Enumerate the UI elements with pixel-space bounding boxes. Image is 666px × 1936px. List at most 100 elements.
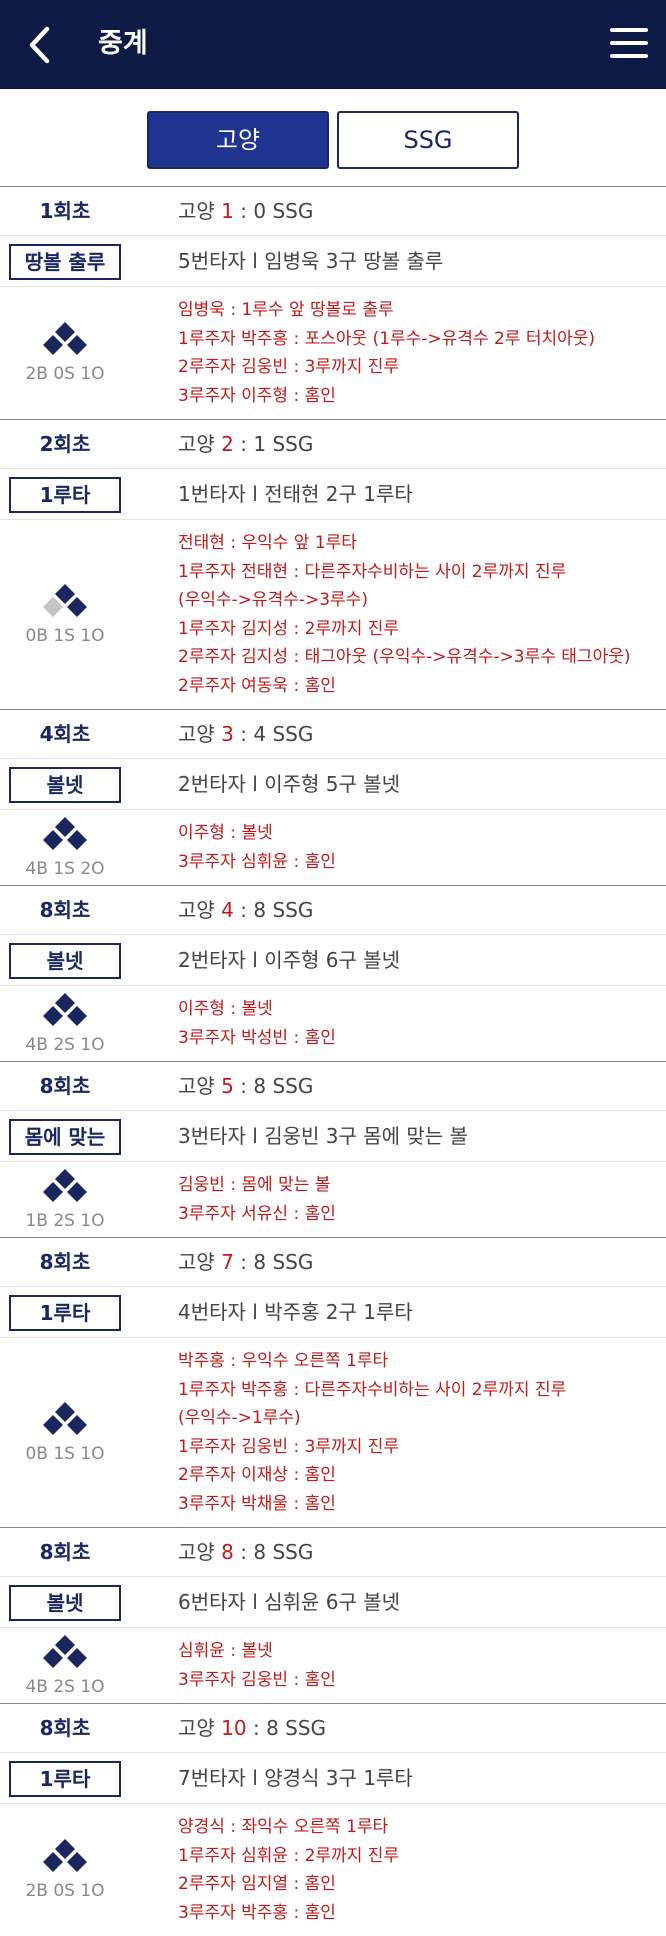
home-team-name: 고양 [178, 199, 215, 223]
ball-strike-out-count: 4B 2S 1O [25, 1034, 105, 1055]
home-team-name: 고양 [178, 1074, 215, 1098]
tab-ssg[interactable]: SSG [337, 111, 519, 169]
inning-label: 8회초 [39, 1540, 91, 1564]
play-entry: 8회초 고양 8 : 8 SSG 볼넷 6번타자 l 심휘윤 6구 볼넷 4B 2S 1… [0, 1527, 666, 1703]
home-team-name: 고양 [178, 1540, 215, 1564]
third-base-icon [43, 829, 63, 850]
play-result-badge[interactable]: 몸에 맞는 [9, 1119, 121, 1155]
event-line: 2루주자 임지열 : 홈인 [178, 1874, 336, 1894]
event-list: 전태현 : 우익수 앞 1루타 1루주자 전태현 : 다른주자수비하는 사이 2루… [178, 529, 664, 700]
score-separator: : [233, 1540, 254, 1564]
play-result-badge[interactable]: 땅볼 출루 [9, 244, 121, 280]
at-bat-row: 몸에 맞는 3번타자 l 김웅빈 3구 몸에 맞는 볼 [0, 1111, 666, 1162]
home-score: 10 [221, 1716, 247, 1740]
base-runners-icon [43, 1634, 87, 1668]
event-line: 1루주자 김지성 : 2루까지 진루 [178, 618, 400, 639]
third-base-icon [43, 1181, 63, 1202]
event-list: 박주홍 : 우익수 오른쪽 1루타 1루주자 박주홍 : 다른주자수비하는 사이 … [178, 1347, 664, 1518]
ball-strike-out-count: 2B 0S 1O [25, 1881, 105, 1901]
play-detail-row: 1B 2S 1O 김웅빈 : 몸에 맞는 볼 3루주자 서유신 : 홈인 [0, 1162, 666, 1237]
event-line: 3루주자 박주홍 : 홈인 [178, 1902, 336, 1923]
play-entry: 1회초 고양 1 : 0 SSG 땅볼 출루 5번타자 l 임병욱 3구 땅볼 출루 2… [0, 186, 666, 419]
third-base-icon [43, 1005, 63, 1026]
event-line: 이주형 : 볼넷 [178, 823, 273, 843]
event-line: 3루주자 이주형 : 홈인 [178, 385, 336, 406]
away-score: 8 SSG [253, 1250, 314, 1274]
away-score: 4 SSG [253, 722, 314, 746]
event-line: 1루주자 박주홍 : 포스아웃 (1루수->유격수 2루 터치아웃) [178, 328, 596, 349]
event-line: 양경식 : 좌익수 오른쪽 1루타 [178, 1817, 389, 1837]
play-result-badge[interactable]: 볼넷 [9, 943, 121, 979]
inning-row: 2회초 고양 2 : 1 SSG [0, 420, 666, 469]
play-result-badge[interactable]: 1루타 [9, 1761, 121, 1797]
play-result-badge[interactable]: 볼넷 [9, 767, 121, 803]
tab-goyang[interactable]: 고양 [147, 111, 329, 169]
inning-row: 8회초 고양 10 : 8 SSG [0, 1704, 666, 1753]
batter-summary: 5번타자 l 임병욱 3구 땅볼 출루 [178, 249, 444, 273]
event-list: 김웅빈 : 몸에 맞는 볼 3루주자 서유신 : 홈인 [178, 1171, 664, 1228]
event-list: 심휘윤 : 볼넷 3루주자 김웅빈 : 홈인 [178, 1637, 664, 1694]
inning-label: 4회초 [39, 722, 91, 746]
event-list: 이주형 : 볼넷 3루주자 박성빈 : 홈인 [178, 995, 664, 1052]
play-detail-row: 4B 2S 1O 심휘윤 : 볼넷 3루주자 김웅빈 : 홈인 [0, 1628, 666, 1703]
third-base-icon [43, 335, 63, 355]
ball-strike-out-count: 1B 2S 1O [25, 1210, 105, 1231]
event-line: 3루주자 박성빈 : 홈인 [178, 1027, 336, 1048]
play-result-badge[interactable]: 1루타 [9, 477, 121, 513]
home-score: 1 [221, 199, 234, 223]
top-app-bar: 중계 [0, 0, 666, 89]
batter-summary: 2번타자 l 이주형 6구 볼넷 [178, 948, 401, 972]
home-team-name: 고양 [178, 898, 215, 922]
first-base-icon [67, 1005, 87, 1026]
at-bat-row: 볼넷 2번타자 l 이주형 6구 볼넷 [0, 935, 666, 986]
base-runners-icon [43, 816, 87, 850]
home-team-name: 고양 [178, 432, 215, 456]
event-line: 3루주자 김웅빈 : 홈인 [178, 1669, 336, 1690]
away-score: 0 SSG [253, 199, 314, 223]
home-team-name: 고양 [178, 1250, 215, 1274]
batter-summary: 4번타자 l 박주홍 2구 1루타 [178, 1300, 413, 1324]
second-base-icon [55, 816, 75, 837]
event-line: 2루주자 이재상 : 홈인 [178, 1465, 336, 1485]
home-team-name: 고양 [178, 722, 215, 746]
hamburger-menu-icon[interactable] [610, 28, 648, 58]
event-list: 이주형 : 볼넷 3루주자 심휘윤 : 홈인 [178, 819, 664, 876]
event-line: 심휘윤 : 볼넷 [178, 1641, 273, 1661]
play-entry: 8회초 고양 10 : 8 SSG 1루타 7번타자 l 양경식 3구 1루타 2B 0… [0, 1703, 666, 1936]
base-runners-icon [43, 1168, 87, 1202]
home-score: 7 [221, 1250, 234, 1274]
second-base-icon [55, 322, 75, 342]
away-score: 1 SSG [253, 432, 314, 456]
back-chevron-icon[interactable] [26, 26, 52, 64]
home-score: 8 [221, 1540, 234, 1564]
at-bat-row: 볼넷 6번타자 l 심휘윤 6구 볼넷 [0, 1577, 666, 1628]
third-base-icon [43, 1852, 63, 1872]
score-separator: : [233, 1250, 254, 1274]
ball-strike-out-count: 4B 2S 1O [25, 1676, 105, 1697]
inning-row: 8회초 고양 8 : 8 SSG [0, 1528, 666, 1577]
event-list: 양경식 : 좌익수 오른쪽 1루타 1루주자 심휘윤 : 2루까지 진루 2루주자 … [178, 1813, 664, 1927]
batter-summary: 7번타자 l 양경식 3구 1루타 [178, 1766, 413, 1790]
score-line: 고양 5 : 8 SSG [178, 1062, 313, 1111]
first-base-icon [67, 596, 87, 617]
play-detail-row: 0B 1S 1O 박주홍 : 우익수 오른쪽 1루타 1루주자 박주홍 : 다른주자… [0, 1338, 666, 1527]
score-line: 고양 8 : 8 SSG [178, 1528, 313, 1577]
second-base-icon [55, 583, 75, 604]
event-line: 박주홍 : 우익수 오른쪽 1루타 [178, 1351, 389, 1371]
inning-row: 8회초 고양 7 : 8 SSG [0, 1238, 666, 1287]
score-separator: : [246, 1716, 267, 1740]
first-base-icon [67, 1647, 87, 1668]
at-bat-row: 1루타 7번타자 l 양경식 3구 1루타 [0, 1753, 666, 1804]
event-line: 1루주자 박주홍 : 다른주자수비하는 사이 2루까지 진루 [178, 1379, 567, 1400]
play-detail-row: 2B 0S 1O 양경식 : 좌익수 오른쪽 1루타 1루주자 심휘윤 : 2루까지… [0, 1804, 666, 1936]
at-bat-row: 1루타 4번타자 l 박주홍 2구 1루타 [0, 1287, 666, 1338]
batter-summary: 6번타자 l 심휘윤 6구 볼넷 [178, 1590, 401, 1614]
at-bat-row: 볼넷 2번타자 l 이주형 5구 볼넷 [0, 759, 666, 810]
play-result-badge[interactable]: 1루타 [9, 1295, 121, 1331]
score-separator: : [233, 199, 254, 223]
event-line: 3루주자 박채울 : 홈인 [178, 1493, 336, 1514]
play-result-badge[interactable]: 볼넷 [9, 1585, 121, 1621]
event-line: 1루주자 김웅빈 : 3루까지 진루 [178, 1436, 400, 1457]
away-score: 8 SSG [253, 898, 314, 922]
play-detail-row: 4B 1S 2O 이주형 : 볼넷 3루주자 심휘윤 : 홈인 [0, 810, 666, 885]
